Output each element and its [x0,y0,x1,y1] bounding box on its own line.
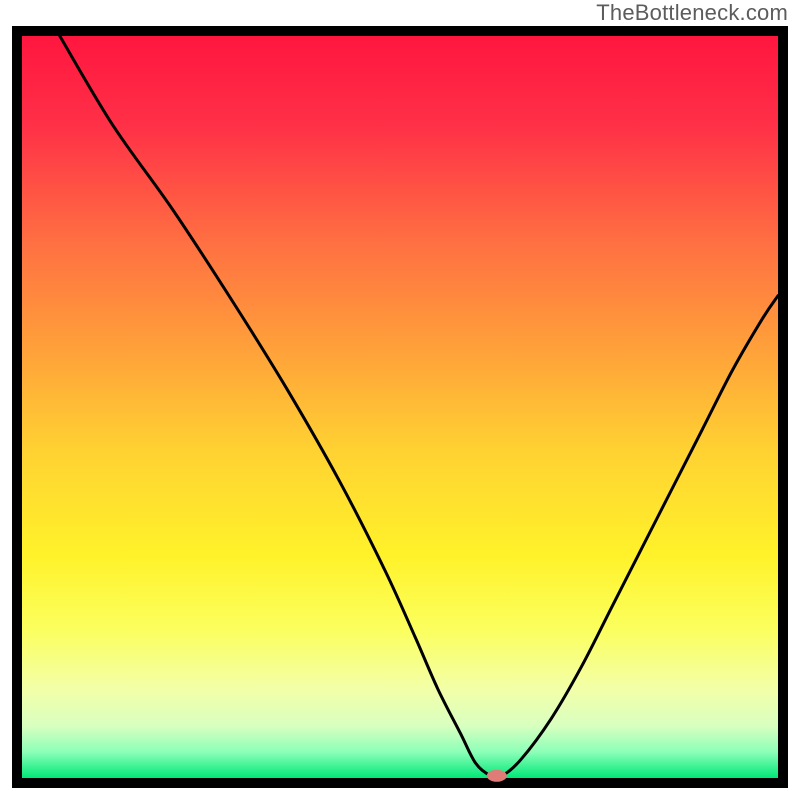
chart-heat-background [22,36,778,778]
bottleneck-chart [12,26,788,788]
optimum-marker [487,770,507,782]
watermark-text: TheBottleneck.com [596,0,788,26]
chart-container [12,26,788,788]
